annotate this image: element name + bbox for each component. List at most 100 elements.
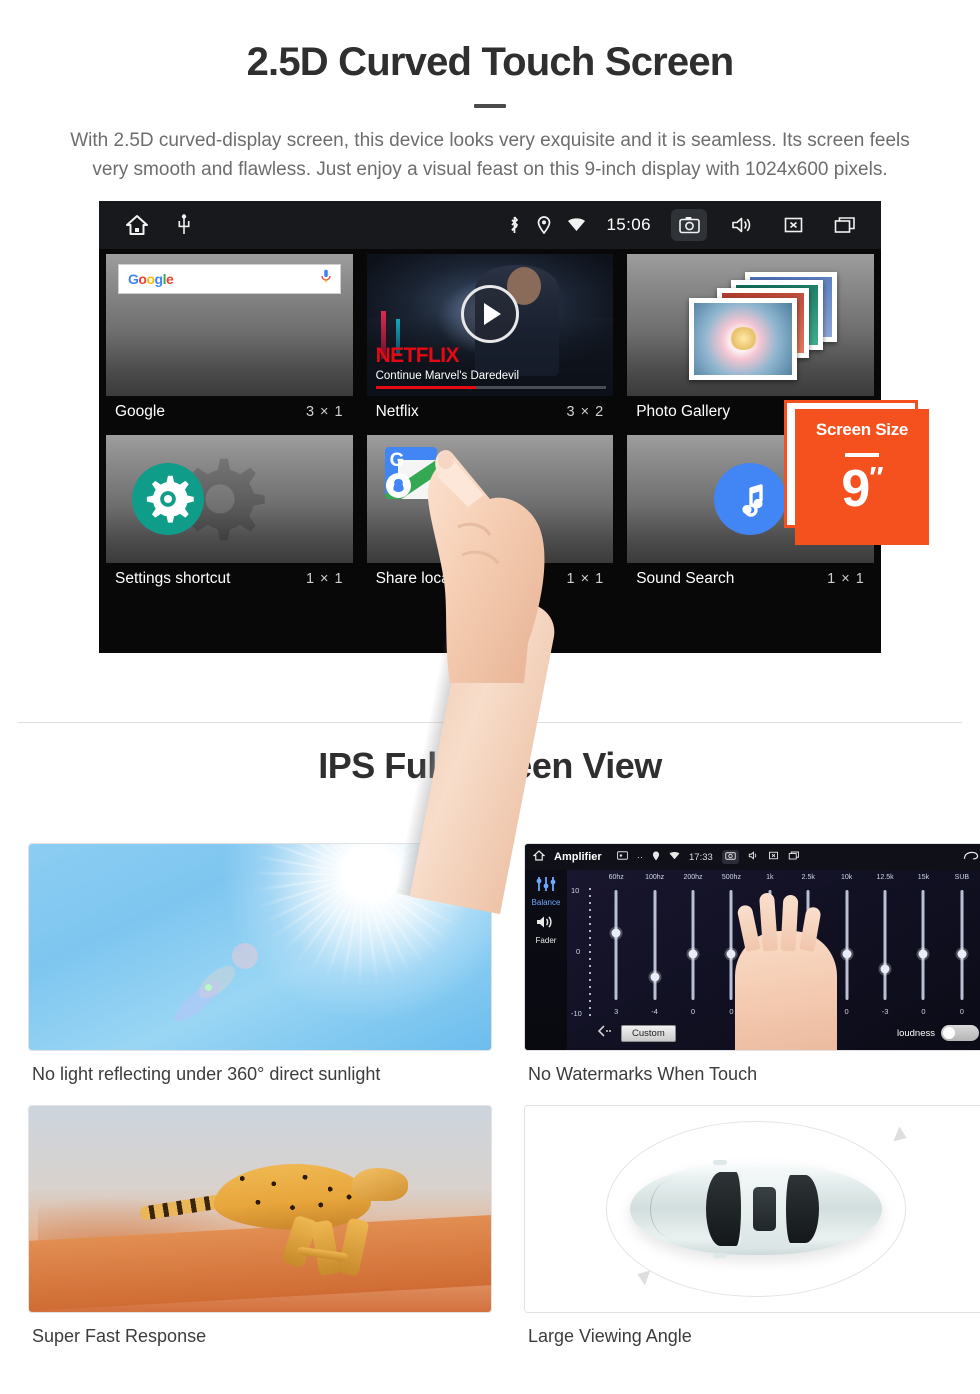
chevron-left-icon[interactable] [597,1024,613,1042]
eq-slider[interactable]: 3 [597,886,635,1016]
tile-name: Photo Gallery [636,402,731,420]
car-viewing-angle-image [525,1106,980,1312]
card-caption: No light reflecting under 360° direct su… [32,1064,381,1084]
card-caption: Super Fast Response [32,1326,207,1346]
screenshot-icon[interactable] [671,208,707,241]
tile-preview-google: Google [106,253,353,396]
close-icon[interactable] [775,209,811,241]
eq-slider[interactable]: -3 [866,886,904,1016]
preset-button[interactable]: Custom [621,1024,676,1042]
loudness-toggle[interactable] [941,1025,979,1041]
rotation-arrow [634,1266,651,1286]
tile-netflix[interactable]: NETFLIX Continue Marvel's Daredevil Netf… [360,249,621,430]
microphone-icon[interactable] [320,269,331,289]
fader-label[interactable]: Fader [525,936,567,945]
equalizer-scale: 10 0 -10 [571,886,595,1018]
google-maps-icon: G [384,446,437,499]
eq-value: 0 [921,1007,926,1016]
netflix-artwork: NETFLIX Continue Marvel's Daredevil [366,253,614,396]
tile-name: Sound Search [636,569,735,587]
tile-name: Share location [375,569,475,587]
running-cheetah-image [29,1106,491,1312]
volume-icon[interactable] [723,209,759,241]
sliders-icon[interactable] [525,876,567,897]
wifi-icon [669,851,680,863]
netflix-continue-label: Continue Marvel's Daredevil [375,369,520,382]
car-hood-line [650,1179,695,1239]
card-caption: No Watermarks When Touch [528,1064,758,1084]
back-icon[interactable] [963,851,979,864]
lens-flare [232,942,259,969]
status-bar-clock: 15:06 [606,214,651,234]
tile-preview-photo-gallery [627,253,874,396]
usb-icon [177,214,191,236]
home-icon[interactable] [532,850,546,864]
play-icon[interactable] [460,284,519,343]
photo-frame-front [689,297,798,380]
photo-stack [627,254,874,396]
screenshot-icon[interactable] [721,850,739,864]
tile-preview-settings [106,434,353,563]
tile-label-row: Google 3 × 1 [106,396,353,430]
eq-value: -4 [651,1007,658,1016]
tile-label-row: Sound Search 1 × 1 [627,563,874,597]
volume-icon[interactable] [748,851,759,863]
feature-card-row-2: Super Fast Response Large Viewing Angle [28,1105,980,1347]
tile-google[interactable]: Google Google 3 × 1 [99,249,360,430]
scale-top: 10 [571,886,580,895]
device-screen: 15:06 Google Google 3 × 1 NETFLIX Contin… [99,200,881,653]
status-bar: 15:06 [99,200,881,249]
band-label: 15k [917,874,930,881]
cheetah-head [352,1167,408,1201]
maps-g-letter: G [389,449,405,471]
band-label: 1k [766,874,774,881]
google-search-widget[interactable]: Google [118,263,341,294]
eq-slider[interactable]: 0 [904,886,942,1016]
cheetah-body [213,1163,371,1230]
car-windshield [705,1172,741,1246]
loudness-control[interactable]: loudness [897,1025,979,1041]
card-media-car [524,1105,980,1313]
lens-flare [168,975,227,1028]
tile-name: Google [115,402,165,420]
netflix-progress-fill [375,385,476,389]
tile-size: 3 × 1 [305,403,344,420]
card-media-amplifier: Amplifier ·· 17:33 Balance Fader 60hz 10… [524,843,980,1051]
eq-slider[interactable]: 0 [674,886,712,1016]
amplifier-side-controls: Balance Fader [525,870,567,1050]
touching-hand-amplifier [735,892,837,1050]
badge-underline [845,452,879,457]
sdcard-icon [616,851,628,863]
settings-gear-art [106,435,353,563]
eq-slider[interactable]: -4 [635,886,673,1016]
speaker-icon[interactable] [525,914,567,935]
tile-size: 3 × 2 [566,403,605,420]
close-icon[interactable] [768,851,779,863]
home-icon[interactable] [125,214,149,236]
scale-ticks [589,888,591,1016]
tile-preview-netflix: NETFLIX Continue Marvel's Daredevil [366,253,614,396]
tile-settings-shortcut[interactable]: Settings shortcut 1 × 1 [99,430,360,597]
tile-row-top: Google Google 3 × 1 NETFLIX Continue Mar… [99,249,881,430]
curved-touch-screen-section: 2.5D Curved Touch Screen With 2.5D curve… [0,0,980,914]
loudness-label: loudness [896,1027,935,1039]
amplifier-title: Amplifier [554,851,602,863]
band-label: 200hz [683,874,703,881]
band-label: 10k [840,874,853,881]
music-note-icon [714,462,787,535]
amplifier-clock: 17:33 [689,851,713,863]
balance-label[interactable]: Balance [525,898,567,907]
rotation-arrow [893,1126,910,1146]
gear-icon [132,462,204,535]
tile-share-location[interactable]: G Share location 1 × 1 [360,430,621,597]
scale-bottom: -10 [571,1009,582,1018]
eq-value: 3 [614,1007,619,1016]
screen-size-value: 9″ [795,463,929,515]
tile-label-row: Settings shortcut 1 × 1 [106,563,353,597]
recents-icon[interactable] [788,851,800,863]
eq-slider[interactable]: 0 [943,886,980,1016]
screen-size-badge: Screen Size 9″ [795,408,929,545]
card-media-cheetah [28,1105,492,1313]
card-no-watermarks: Amplifier ·· 17:33 Balance Fader 60hz 10… [524,843,980,1085]
recents-icon[interactable] [827,209,863,241]
